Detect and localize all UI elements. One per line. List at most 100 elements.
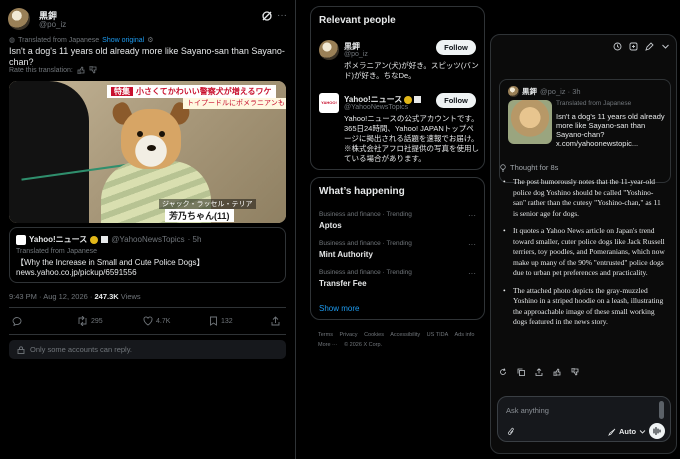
affiliate-badge-icon: [101, 236, 109, 243]
news-sub-banner: トイプードルにポメラニアンも: [183, 98, 286, 109]
photo-dog-eye: [159, 131, 165, 137]
tweet-meta: 9:43 PM · Aug 12, 2026 · 247.3K Views: [9, 292, 141, 301]
like-count: 4.7K: [156, 317, 171, 325]
reply-icon: [12, 317, 22, 326]
reply-restriction-banner: Only some accounts can reply.: [9, 340, 286, 359]
person-handle: @po_iz: [344, 51, 368, 58]
tweet-column: 黒鉀 @po_iz ··· ◍ Translated from Japanese…: [0, 0, 296, 459]
footer-links: Terms Privacy Cookies Accessibility US T…: [318, 330, 486, 350]
rate-translation: Rate this translation:: [9, 66, 97, 74]
retweet-count: 295: [91, 317, 103, 325]
photo-dog-head: [121, 109, 181, 169]
photo-officer-leg: [9, 81, 89, 223]
tweet-time[interactable]: 9:43 PM: [9, 292, 37, 301]
answer-bullet: The attached photo depicts the gray-muzz…: [503, 286, 665, 328]
quoted-text: 【Why the Increase in Small and Cute Poli…: [16, 258, 205, 277]
news-banner: 特集 小さくてかわいい警察犬が増えるワケ: [107, 85, 276, 98]
new-chat-icon[interactable]: [629, 42, 638, 51]
bookmark-button[interactable]: 132: [209, 316, 233, 326]
trend-item[interactable]: Business and finance · Trending Aptos ··…: [319, 211, 476, 230]
trend-item[interactable]: Business and finance · Trending Transfer…: [319, 269, 476, 288]
ask-input[interactable]: [506, 403, 646, 417]
grok-card-header: 黒鉀 @po_iz · 3h: [508, 86, 581, 97]
like-button[interactable]: 4.7K: [143, 316, 170, 326]
lightbulb-icon: [500, 163, 506, 172]
footer-link[interactable]: Accessibility: [390, 332, 420, 338]
quoted-author-handle: @YahooNewsTopics: [111, 235, 185, 244]
footer-link[interactable]: More ···: [318, 342, 338, 348]
regenerate-icon[interactable]: [499, 368, 507, 376]
mode-label: Auto: [619, 427, 637, 436]
answer-bullet: The post humorously notes that the 11-ye…: [503, 177, 665, 219]
thumbs-up-icon[interactable]: [553, 368, 561, 376]
trend-category: Business and finance · Trending: [319, 211, 412, 218]
affiliate-badge-icon: [414, 96, 422, 103]
card-text: Isn't a dog's 11 years old already more …: [556, 112, 665, 148]
author-handle[interactable]: @po_iz: [39, 20, 66, 29]
person-card[interactable]: 黒鉀 @po_iz Follow ポメラニアン(犬)が好き。スピッツ(バンド)が…: [319, 40, 479, 92]
dog-name-caption: 芳乃ちゃん(11): [165, 209, 234, 222]
reply-button[interactable]: [12, 316, 22, 326]
heart-icon: [143, 316, 153, 326]
avatar[interactable]: YAHOO!: [319, 93, 339, 113]
author-avatar[interactable]: [8, 8, 30, 30]
more-icon[interactable]: ···: [468, 211, 476, 220]
rate-label: Rate this translation:: [9, 66, 73, 74]
tweet-media-photo[interactable]: 特集 小さくてかわいい警察犬が増えるワケ トイプードルにポメラニアンも ジャック・…: [9, 81, 286, 223]
chevron-down-icon[interactable]: [661, 42, 670, 51]
voice-mode-button[interactable]: [649, 423, 665, 439]
footer-link[interactable]: Ads info: [455, 332, 475, 338]
thumbs-down-icon[interactable]: [571, 368, 579, 376]
share-button[interactable]: [271, 316, 280, 326]
tweet-date[interactable]: · Aug 12, 2026 ·: [39, 292, 92, 301]
card-translated-label: Translated from Japanese: [556, 100, 632, 107]
copy-icon[interactable]: [517, 368, 525, 376]
translated-label: Translated from Japanese: [18, 36, 100, 44]
edit-icon[interactable]: [645, 42, 654, 51]
card-author-handle: @po_iz · 3h: [540, 87, 581, 96]
thought-indicator[interactable]: Thought for 8s: [499, 163, 558, 172]
breed-caption: ジャック・ラッセル・テリア: [159, 199, 256, 209]
mode-selector[interactable]: Auto: [608, 427, 646, 436]
follow-button[interactable]: Follow: [436, 93, 476, 108]
attach-icon[interactable]: [507, 427, 515, 437]
retweet-button[interactable]: 295: [77, 316, 103, 326]
input-scrollbar[interactable]: [659, 401, 664, 419]
trend-item[interactable]: Business and finance · Trending Mint Aut…: [319, 240, 476, 259]
avatar[interactable]: [319, 40, 339, 60]
footer-link[interactable]: Terms: [318, 332, 333, 338]
history-icon[interactable]: [613, 42, 622, 51]
more-icon[interactable]: ···: [468, 240, 476, 249]
answer-bullet: It quotes a Yahoo News article on Japan'…: [503, 226, 665, 279]
follow-button[interactable]: Follow: [436, 40, 476, 55]
grok-input-box: Auto: [497, 396, 671, 442]
settings-icon[interactable]: ⚙: [147, 36, 153, 44]
trend-category: Business and finance · Trending: [319, 269, 412, 276]
grok-toolbar: [613, 42, 670, 51]
trend-category: Business and finance · Trending: [319, 240, 412, 247]
view-count: 247.3K: [94, 292, 119, 301]
person-card[interactable]: YAHOO! Yahoo!ニュース @YahooNewsTopics Follo…: [319, 93, 479, 165]
bookmark-count: 132: [221, 317, 233, 325]
verified-badge-icon: [90, 235, 99, 244]
footer-link[interactable]: Cookies: [364, 332, 384, 338]
quoted-tweet[interactable]: Yahoo!ニュース @YahooNewsTopics · 5h Transla…: [9, 227, 286, 283]
thumbs-up-icon[interactable]: [77, 66, 85, 74]
grok-answer: The post humorously notes that the 11-ye…: [503, 177, 665, 335]
share-icon[interactable]: [535, 368, 543, 376]
answer-actions: [499, 368, 579, 376]
show-more-link[interactable]: Show more: [319, 304, 359, 313]
show-original-link[interactable]: Show original: [102, 37, 144, 44]
more-icon[interactable]: ···: [277, 10, 287, 21]
reply-restriction-text: Only some accounts can reply.: [30, 345, 132, 354]
more-icon[interactable]: ···: [468, 269, 476, 278]
waveform-icon: [653, 426, 661, 436]
trend-name: Aptos: [319, 221, 342, 230]
footer-link[interactable]: Privacy: [340, 332, 358, 338]
relevant-people-title: Relevant people: [319, 15, 396, 26]
grok-icon[interactable]: [261, 10, 273, 22]
thumbs-down-icon[interactable]: [89, 66, 97, 74]
verified-badge-icon: [404, 95, 413, 104]
chevron-down-icon: [639, 430, 646, 434]
footer-link[interactable]: US TIDA: [427, 332, 449, 338]
